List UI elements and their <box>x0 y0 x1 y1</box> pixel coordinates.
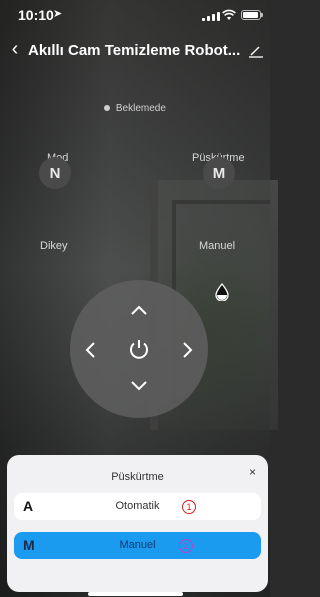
arrow-right-icon[interactable] <box>182 340 194 360</box>
status-dot-icon <box>104 105 111 112</box>
device-state-label: Beklemede <box>115 103 166 114</box>
option-label: Otomatik <box>115 500 160 512</box>
status-time: 10:10 <box>18 7 54 23</box>
mode-value: Dikey <box>40 240 68 252</box>
option-number-badge: 2 <box>179 539 193 553</box>
nav-bar: ‹ Akıllı Cam Temizleme Robot... <box>0 36 270 64</box>
battery-icon <box>241 10 263 20</box>
wifi-icon <box>222 9 236 20</box>
close-icon[interactable]: × <box>249 465 256 479</box>
option-number-badge: 1 <box>182 500 196 514</box>
edit-pencil-icon[interactable] <box>248 42 264 58</box>
direction-pad <box>70 280 208 418</box>
cellular-signal-icon <box>202 11 220 21</box>
water-drop-icon[interactable] <box>214 283 230 301</box>
location-arrow-icon: ➤ <box>53 8 63 20</box>
mode-button[interactable]: N <box>39 157 71 189</box>
status-bar: 10:10 ➤ <box>0 0 270 30</box>
page-title: Akıllı Cam Temizleme Robot... <box>28 42 240 59</box>
option-label: Manuel <box>119 539 156 551</box>
option-otomatik[interactable]: A Otomatik 1 <box>14 493 261 520</box>
spray-button[interactable]: M <box>203 157 235 189</box>
option-manuel[interactable]: M Manuel 2 <box>14 532 261 559</box>
device-state: Beklemede <box>0 103 270 114</box>
sheet-title: Püskürtme <box>111 471 164 483</box>
spray-value: Manuel <box>199 240 236 252</box>
arrow-down-icon[interactable] <box>129 380 149 392</box>
back-chevron-icon[interactable]: ‹ <box>6 38 24 61</box>
spray-m-icon: M <box>212 164 226 182</box>
spray-mode-sheet: Püskürtme × A Otomatik 1 M Manuel 2 <box>7 455 268 592</box>
arrow-left-icon[interactable] <box>84 340 96 360</box>
power-icon[interactable] <box>127 337 151 361</box>
mode-n-icon: N <box>49 164 61 182</box>
arrow-up-icon[interactable] <box>129 304 149 316</box>
home-indicator[interactable] <box>88 592 183 596</box>
